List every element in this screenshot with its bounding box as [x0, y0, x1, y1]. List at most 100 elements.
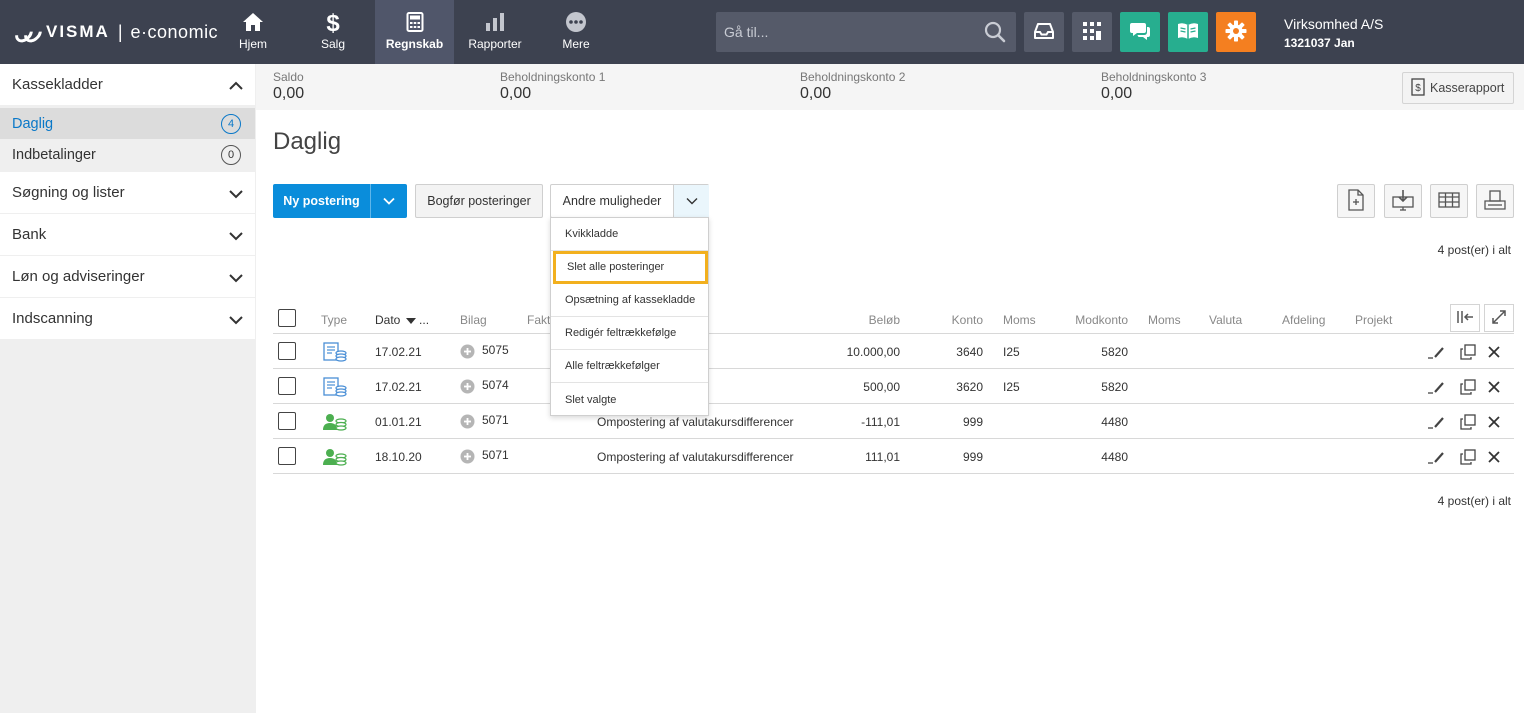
sidebar-section-kassekladder[interactable]: Kassekladder	[0, 64, 255, 105]
nav-regnskab[interactable]: Regnskab	[375, 0, 454, 64]
col-moms[interactable]: Moms	[1003, 313, 1036, 327]
edit-icon[interactable]	[1427, 378, 1445, 396]
menu-item-alle-feltraekkefolger[interactable]: Alle feltrækkefølger	[551, 350, 708, 383]
count-badge: 0	[221, 145, 241, 165]
chevron-down-icon	[229, 270, 243, 283]
col-valuta[interactable]: Valuta	[1209, 313, 1242, 327]
edit-icon[interactable]	[1427, 448, 1445, 466]
sidebar-item-daglig[interactable]: Daglig 4	[0, 108, 255, 139]
columns-button[interactable]	[1430, 184, 1468, 218]
search-input[interactable]	[716, 12, 976, 52]
edit-icon[interactable]	[1427, 343, 1445, 361]
nav-rapporter[interactable]: Rapporter	[456, 0, 534, 64]
col-konto[interactable]: Konto	[933, 313, 983, 327]
bogfor-posteringer-button[interactable]: Bogfør posteringer	[415, 184, 543, 218]
ny-postering-dropdown-toggle[interactable]	[370, 184, 407, 218]
col-modkonto[interactable]: Modkonto	[1063, 313, 1128, 327]
menu-item-slet-valgte[interactable]: Slet valgte	[551, 383, 708, 416]
add-attachment-icon[interactable]	[460, 379, 475, 397]
company-switcher[interactable]: Virksomhed A/S 1321037 Jan	[1284, 16, 1383, 50]
nav-hjem[interactable]: Hjem	[214, 0, 292, 64]
inbox-button[interactable]	[1024, 12, 1064, 52]
menu-item-rediger-feltraekkefolge[interactable]: Redigér feltrækkefølge	[551, 317, 708, 350]
table-row[interactable]: 01.01.21 5071 Ompostering af valutakursd…	[273, 404, 1514, 439]
cell-dato: 17.02.21	[375, 345, 422, 359]
table-row[interactable]: 17.02.21 5075 10.000,00 3640 I25 5820	[273, 334, 1514, 369]
collapse-columns-button[interactable]	[1450, 304, 1480, 332]
chat-icon	[1129, 21, 1151, 44]
copy-icon[interactable]	[1459, 378, 1477, 396]
col-bilag[interactable]: Bilag	[460, 313, 487, 327]
copy-icon[interactable]	[1459, 343, 1477, 361]
col-afdeling[interactable]: Afdeling	[1282, 313, 1325, 327]
count-badge: 4	[221, 114, 241, 134]
finance-entry-icon	[323, 342, 347, 365]
cell-modkonto: 4480	[1101, 450, 1128, 464]
col-belob[interactable]: Beløb	[853, 313, 900, 327]
col-projekt[interactable]: Projekt	[1355, 313, 1392, 327]
cell-modkonto: 5820	[1101, 380, 1128, 394]
copy-icon[interactable]	[1459, 413, 1477, 431]
expand-table-button[interactable]	[1484, 304, 1514, 332]
add-file-icon	[1347, 188, 1365, 214]
settings-button[interactable]	[1216, 12, 1256, 52]
delete-icon[interactable]	[1485, 378, 1503, 396]
andre-muligheder-dropdown-toggle[interactable]	[673, 185, 709, 217]
ny-postering-button[interactable]: Ny postering	[273, 184, 407, 218]
chevron-down-icon	[229, 228, 243, 241]
cell-tekst: Ompostering af valutakursdifferencer	[597, 450, 794, 464]
search-icon[interactable]	[984, 21, 1006, 43]
menu-item-kvikkladde[interactable]: Kvikkladde	[551, 218, 708, 251]
sidebar-section-indscanning[interactable]: Indscanning	[0, 298, 255, 339]
table-row[interactable]: 18.10.20 5071 Ompostering af valutakursd…	[273, 439, 1514, 474]
edit-icon[interactable]	[1427, 413, 1445, 431]
delete-icon[interactable]	[1485, 343, 1503, 361]
summary-value: 0,00	[800, 85, 832, 102]
visma-logo-icon	[14, 25, 40, 39]
kasserapport-button[interactable]: $ Kasserapport	[1402, 72, 1514, 104]
chat-button[interactable]	[1120, 12, 1160, 52]
sidebar-section-lon[interactable]: Løn og adviseringer	[0, 256, 255, 297]
andre-muligheder-button[interactable]: Andre muligheder	[550, 184, 709, 218]
col-dato-more: ...	[419, 313, 430, 327]
add-attachment-icon[interactable]	[460, 414, 475, 432]
delete-icon[interactable]	[1485, 448, 1503, 466]
nav-salg[interactable]: $ Salg	[294, 0, 372, 64]
ny-postering-label[interactable]: Ny postering	[273, 184, 370, 218]
summary-label: Beholdningskonto 3	[1101, 70, 1207, 84]
table-row[interactable]: 17.02.21 5074 500,00 3620 I25 5820	[273, 369, 1514, 404]
row-checkbox[interactable]	[278, 377, 296, 395]
sidebar-section-sogning[interactable]: Søgning og lister	[0, 172, 255, 213]
sidebar-section-label: Løn og adviseringer	[12, 268, 145, 285]
add-attachment-icon[interactable]	[460, 449, 475, 467]
row-checkbox[interactable]	[278, 342, 296, 360]
chevron-down-icon	[229, 312, 243, 325]
col-dato[interactable]: Dato ...	[375, 313, 429, 327]
sidebar-item-indbetalinger[interactable]: Indbetalinger 0	[0, 139, 255, 170]
help-book-button[interactable]	[1168, 12, 1208, 52]
nav-mere[interactable]: Mere	[537, 0, 615, 64]
menu-item-opsaetning[interactable]: Opsætning af kassekladde	[551, 284, 708, 317]
import-button[interactable]	[1384, 184, 1422, 218]
menu-item-slet-alle[interactable]: Slet alle posteringer	[553, 251, 708, 284]
brand-separator: |	[117, 21, 123, 42]
copy-icon[interactable]	[1459, 448, 1477, 466]
col-faktura[interactable]: Fakt	[527, 313, 550, 327]
row-checkbox[interactable]	[278, 412, 296, 430]
andre-muligheder-label[interactable]: Andre muligheder	[551, 185, 673, 217]
sidebar-section-bank[interactable]: Bank	[0, 214, 255, 255]
delete-icon[interactable]	[1485, 413, 1503, 431]
logo[interactable]: VISMA | e·conomic	[14, 18, 218, 46]
print-button[interactable]	[1476, 184, 1514, 218]
collapse-left-icon	[1456, 310, 1474, 327]
apps-button[interactable]	[1072, 12, 1112, 52]
printer-icon	[1484, 189, 1506, 213]
row-checkbox[interactable]	[278, 447, 296, 465]
summary-label: Beholdningskonto 2	[800, 70, 906, 84]
select-all-checkbox[interactable]	[278, 309, 296, 327]
add-attachment-icon[interactable]	[460, 344, 475, 362]
col-type[interactable]: Type	[321, 313, 347, 327]
page-title: Daglig	[273, 128, 342, 155]
add-file-button[interactable]	[1337, 184, 1375, 218]
col-moms2[interactable]: Moms	[1148, 313, 1181, 327]
